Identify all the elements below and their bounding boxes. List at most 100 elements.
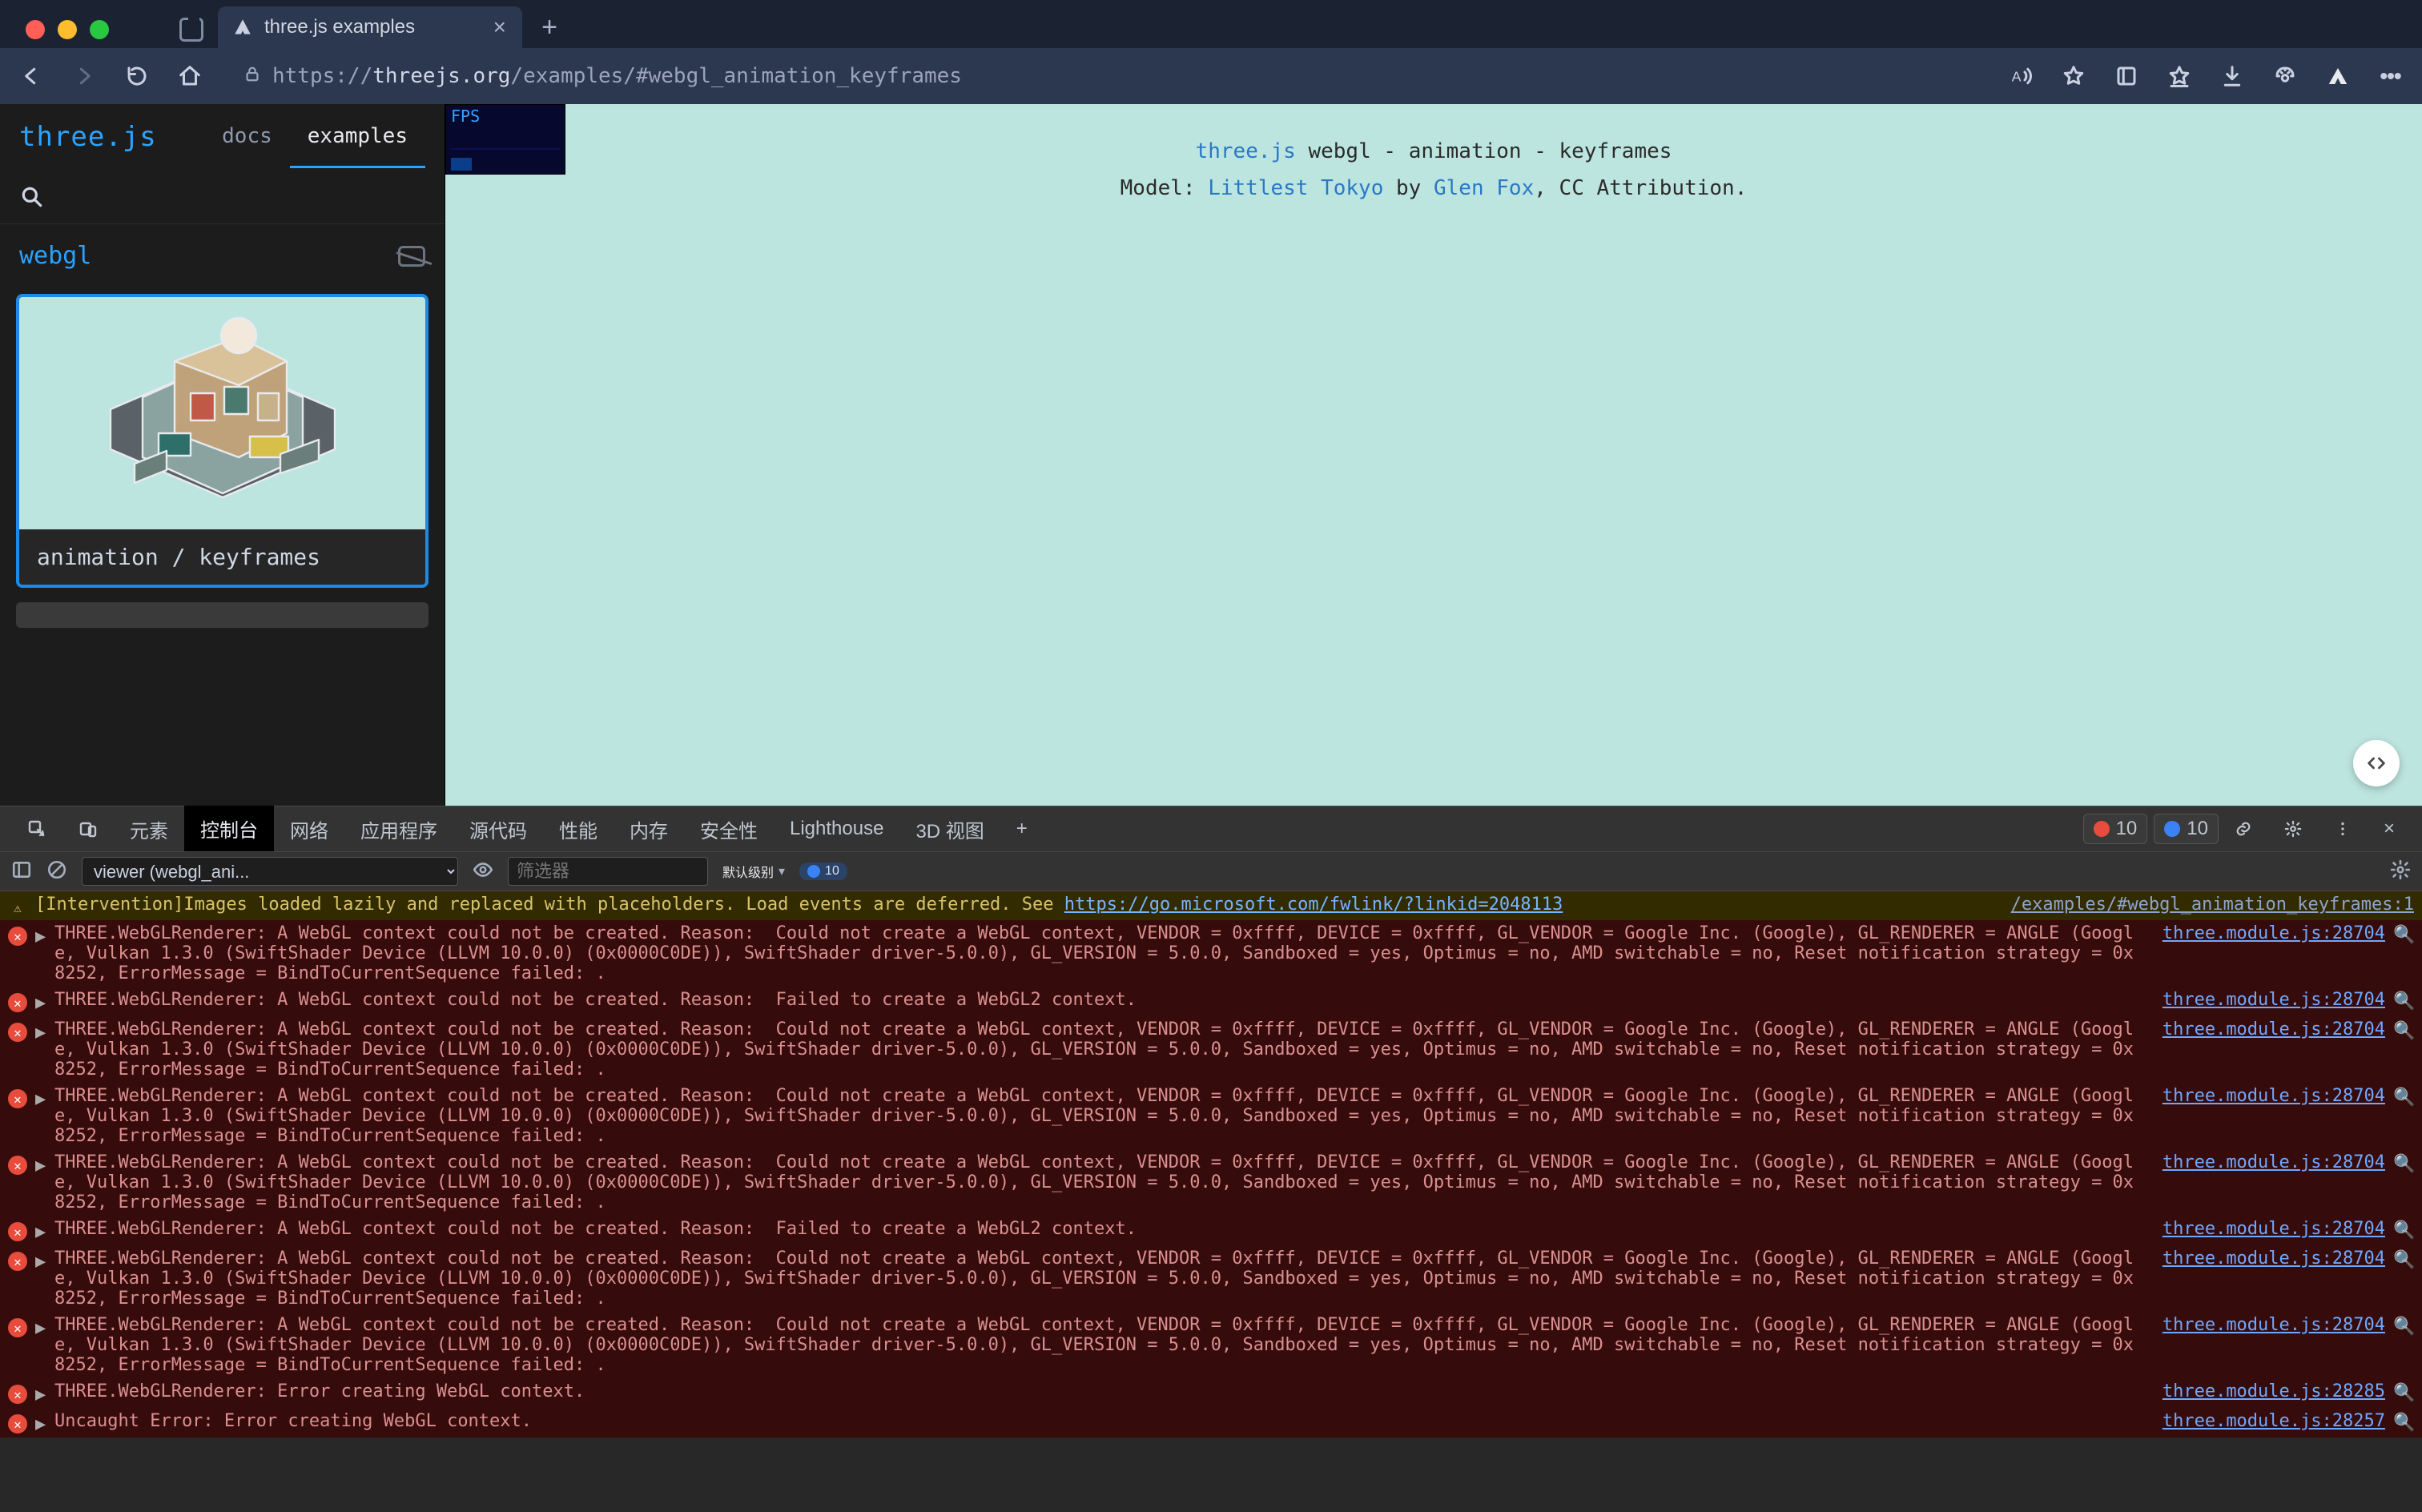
expand-caret-icon[interactable]: ▶: [35, 1089, 46, 1109]
err-src[interactable]: three.module.js:28257: [2162, 1411, 2385, 1431]
devtools-tab-lighthouse[interactable]: Lighthouse: [774, 808, 899, 850]
devtools-tab-security[interactable]: 安全性: [684, 806, 774, 853]
window-minimize-button[interactable]: [58, 20, 77, 39]
favorites-list-button[interactable]: [2164, 61, 2195, 91]
err-src[interactable]: three.module.js:28704: [2162, 1152, 2385, 1172]
devtools-link-icon[interactable]: [2219, 810, 2268, 847]
magnify-icon[interactable]: 🔍: [2393, 1317, 2414, 1337]
profile-button[interactable]: [2323, 61, 2353, 91]
console-line-error[interactable]: ✕▶ THREE.WebGLRenderer: A WebGL context …: [0, 1016, 2422, 1083]
home-button[interactable]: [175, 61, 205, 91]
devtools-tab-3dview[interactable]: 3D 视图: [899, 806, 1000, 853]
console-issue-pill[interactable]: 10: [799, 863, 847, 880]
console-line-error[interactable]: ✕▶ THREE.WebGLRenderer: A WebGL context …: [0, 1312, 2422, 1378]
example-card-selected[interactable]: animation / keyframes: [16, 294, 428, 588]
magnify-icon[interactable]: 🔍: [2393, 1021, 2414, 1041]
sidebar-toggle-icon[interactable]: [179, 18, 203, 42]
console-output[interactable]: ⚠ [Intervention]Images loaded lazily and…: [0, 891, 2422, 1512]
magnify-icon[interactable]: 🔍: [2393, 1413, 2414, 1433]
example-viewport[interactable]: three.js webgl - animation - keyframes M…: [445, 104, 2422, 806]
browser-tab[interactable]: three.js examples ×: [218, 6, 522, 48]
warn-link[interactable]: https://go.microsoft.com/fwlink/?linkid=…: [1064, 895, 1563, 915]
more-menu-button[interactable]: [2376, 61, 2406, 91]
err-src[interactable]: three.module.js:28704: [2162, 923, 2385, 943]
expand-caret-icon[interactable]: ▶: [35, 993, 46, 1013]
magnify-icon[interactable]: 🔍: [2393, 1250, 2414, 1270]
err-src[interactable]: three.module.js:28704: [2162, 1315, 2385, 1335]
console-filter-input[interactable]: [508, 857, 708, 886]
console-line-error[interactable]: ✕▶ THREE.WebGLRenderer: A WebGL context …: [0, 1083, 2422, 1149]
console-line-error[interactable]: ✕▶ THREE.WebGLRenderer: A WebGL context …: [0, 1216, 2422, 1245]
read-aloud-button[interactable]: A: [2006, 61, 2036, 91]
devtools-more-button[interactable]: [2318, 810, 2368, 847]
devtools-settings-button[interactable]: [2268, 810, 2318, 847]
sidebar-search[interactable]: [0, 170, 445, 224]
address-bar[interactable]: https://threejs.org/examples/#webgl_anim…: [227, 58, 1969, 94]
console-line-error[interactable]: ✕▶ THREE.WebGLRenderer: Error creating W…: [0, 1378, 2422, 1408]
expand-caret-icon[interactable]: ▶: [35, 1023, 46, 1043]
link-author[interactable]: Glen Fox: [1434, 176, 1534, 200]
magnify-icon[interactable]: 🔍: [2393, 925, 2414, 945]
window-close-button[interactable]: [26, 20, 45, 39]
issue-count-pill[interactable]: 10: [2154, 814, 2219, 844]
devtools-close-button[interactable]: ×: [2368, 808, 2411, 850]
magnify-icon[interactable]: 🔍: [2393, 991, 2414, 1011]
new-tab-button[interactable]: +: [533, 11, 565, 43]
console-line-error[interactable]: ✕▶ Uncaught Error: Error creating WebGL …: [0, 1408, 2422, 1438]
performance-button[interactable]: [2270, 61, 2300, 91]
console-line-error[interactable]: ✕▶ THREE.WebGLRenderer: A WebGL context …: [0, 1245, 2422, 1312]
err-src[interactable]: three.module.js:28704: [2162, 1249, 2385, 1269]
expand-caret-icon[interactable]: ▶: [35, 1222, 46, 1242]
devtools-tab-performance[interactable]: 性能: [543, 806, 614, 853]
expand-caret-icon[interactable]: ▶: [35, 1414, 46, 1434]
console-level-select[interactable]: 默认级别▾: [722, 862, 785, 881]
downloads-button[interactable]: [2217, 61, 2247, 91]
expand-caret-icon[interactable]: ▶: [35, 1385, 46, 1405]
threejs-logo[interactable]: three.js: [19, 121, 157, 153]
inspect-element-button[interactable]: [11, 810, 62, 848]
expand-caret-icon[interactable]: ▶: [35, 1156, 46, 1176]
favorite-button[interactable]: [2058, 61, 2089, 91]
device-toolbar-button[interactable]: [62, 810, 114, 848]
stats-panel[interactable]: FPS: [445, 104, 565, 175]
window-zoom-button[interactable]: [90, 20, 109, 39]
err-src[interactable]: three.module.js:28704: [2162, 1019, 2385, 1040]
console-context-select[interactable]: viewer (webgl_ani...: [82, 857, 458, 886]
err-src[interactable]: three.module.js:28704: [2162, 1086, 2385, 1106]
devtools-tab-sources[interactable]: 源代码: [453, 806, 543, 853]
sidebar-section-webgl[interactable]: webgl: [19, 242, 91, 270]
console-sidebar-toggle[interactable]: [11, 859, 32, 884]
console-line-error[interactable]: ✕▶ THREE.WebGLRenderer: A WebGL context …: [0, 987, 2422, 1016]
link-model[interactable]: Littlest Tokyo: [1208, 176, 1383, 200]
magnify-icon[interactable]: 🔍: [2393, 1220, 2414, 1241]
devtools-tab-console[interactable]: 控制台: [184, 805, 274, 854]
console-settings-button[interactable]: [2390, 859, 2411, 884]
devtools-add-tab-button[interactable]: +: [1000, 808, 1044, 850]
devtools-tab-network[interactable]: 网络: [274, 806, 344, 853]
live-expression-button[interactable]: [473, 859, 493, 884]
console-clear-button[interactable]: [46, 859, 67, 884]
expand-caret-icon[interactable]: ▶: [35, 1318, 46, 1338]
err-src[interactable]: three.module.js:28704: [2162, 990, 2385, 1010]
magnify-icon[interactable]: 🔍: [2393, 1383, 2414, 1403]
error-count-pill[interactable]: 10: [2083, 814, 2148, 844]
sidebar-tab-examples[interactable]: examples: [290, 107, 425, 168]
example-card-next[interactable]: [16, 602, 428, 628]
devtools-tab-memory[interactable]: 内存: [614, 806, 684, 853]
err-src[interactable]: three.module.js:28285: [2162, 1381, 2385, 1401]
err-src[interactable]: three.module.js:28704: [2162, 1219, 2385, 1239]
expand-caret-icon[interactable]: ▶: [35, 1252, 46, 1272]
sidebar-tab-docs[interactable]: docs: [204, 107, 290, 168]
reload-button[interactable]: [122, 61, 152, 91]
collections-button[interactable]: [2111, 61, 2142, 91]
thumbnails-toggle-icon[interactable]: [398, 246, 425, 267]
expand-caret-icon[interactable]: ▶: [35, 927, 46, 947]
console-line-error[interactable]: ✕▶ THREE.WebGLRenderer: A WebGL context …: [0, 920, 2422, 987]
magnify-icon[interactable]: 🔍: [2393, 1154, 2414, 1174]
devtools-tab-application[interactable]: 应用程序: [344, 806, 453, 853]
devtools-tab-elements[interactable]: 元素: [114, 806, 184, 853]
back-button[interactable]: [16, 61, 46, 91]
console-line-warn[interactable]: ⚠ [Intervention]Images loaded lazily and…: [0, 891, 2422, 920]
console-line-error[interactable]: ✕▶ THREE.WebGLRenderer: A WebGL context …: [0, 1149, 2422, 1216]
warn-src[interactable]: /examples/#webgl_animation_keyframes:1: [2011, 895, 2414, 915]
